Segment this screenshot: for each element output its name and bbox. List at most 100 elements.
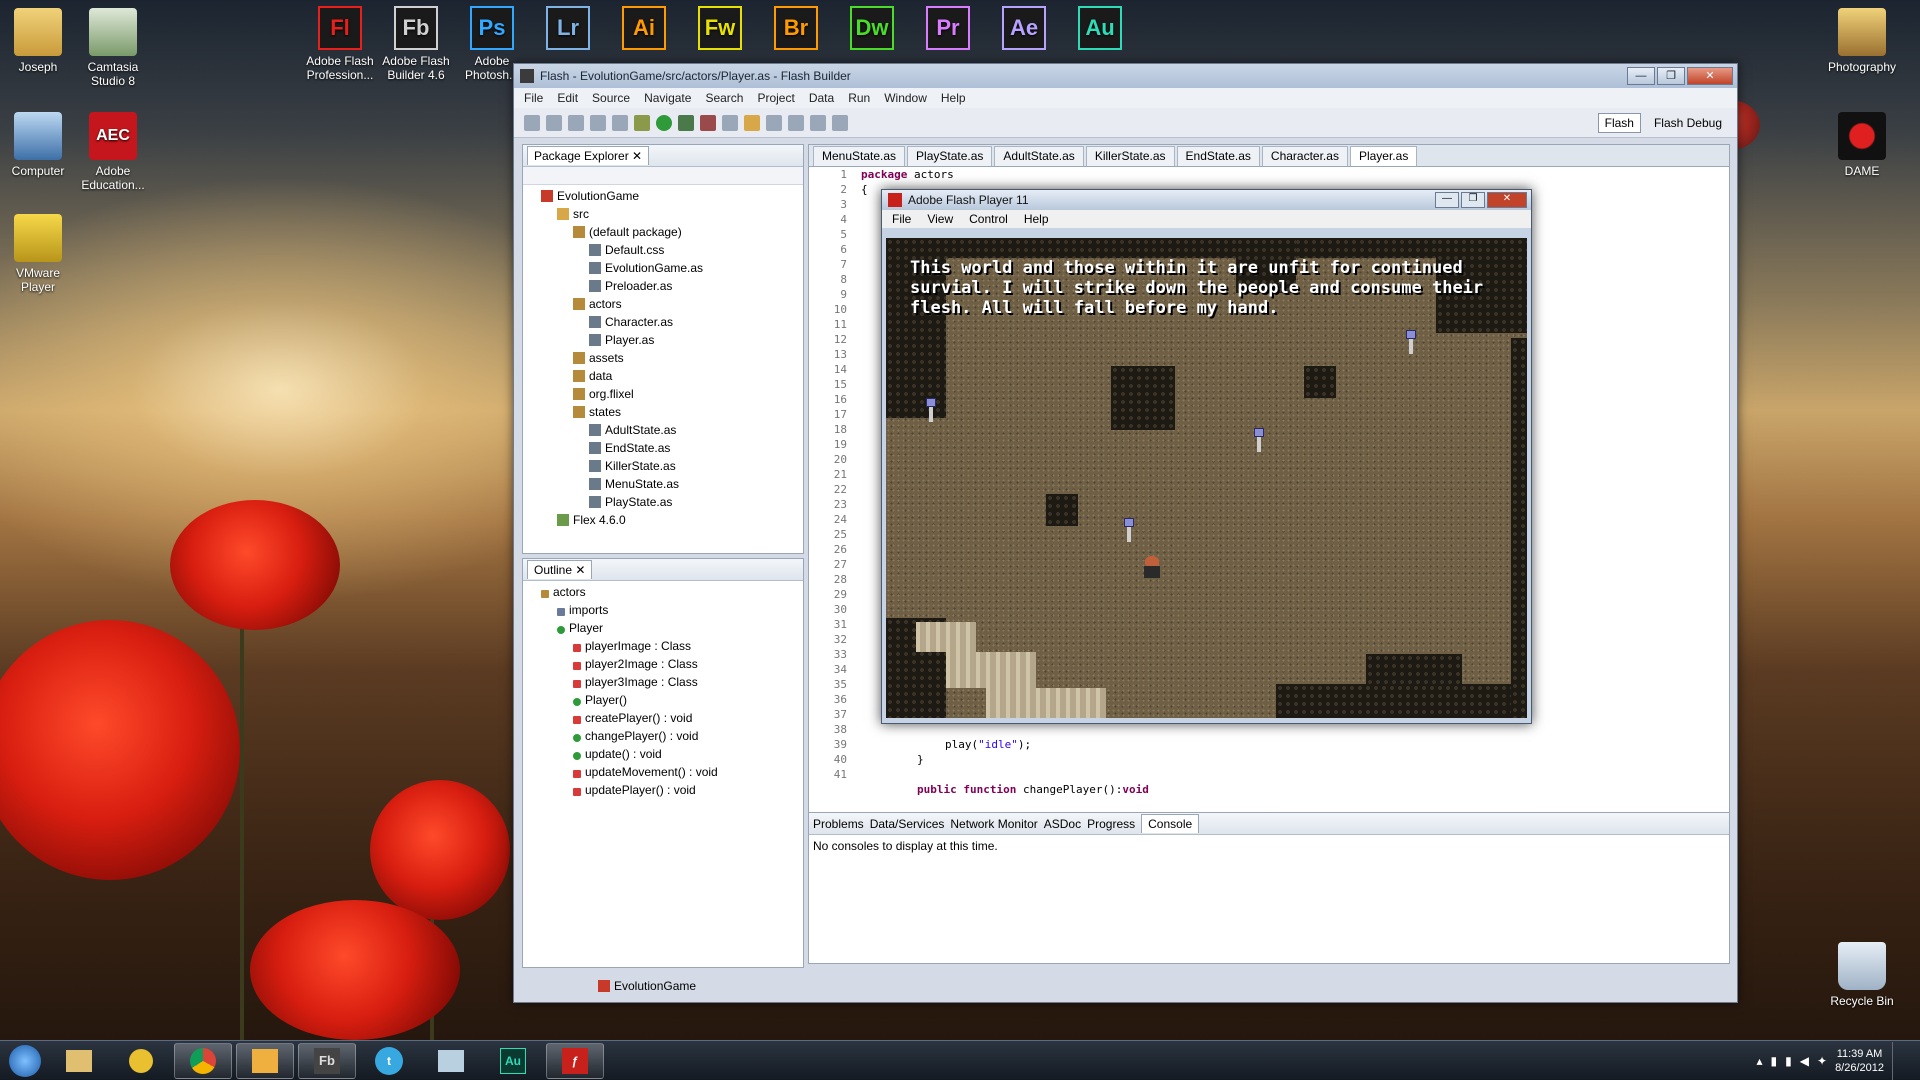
menu-run[interactable]: Run <box>848 91 870 105</box>
menu-edit[interactable]: Edit <box>557 91 578 105</box>
outline-item[interactable]: Player <box>527 619 803 637</box>
tree-item[interactable]: actors <box>527 295 803 313</box>
maximize-button[interactable]: ❐ <box>1657 67 1685 85</box>
desktop-icon-recycle-bin[interactable]: Recycle Bin <box>1822 942 1902 1008</box>
tree-item[interactable]: Default.css <box>527 241 803 259</box>
outline-item[interactable]: Player() <box>527 691 803 709</box>
tree-item[interactable]: Preloader.as <box>527 277 803 295</box>
outline-item[interactable]: changePlayer() : void <box>527 727 803 745</box>
new-package-icon[interactable] <box>546 114 562 131</box>
tray-clock[interactable]: 11:39 AM 8/26/2012 <box>1835 1047 1884 1075</box>
fp-menu-file[interactable]: File <box>892 212 911 226</box>
editor-tab[interactable]: Player.as <box>1349 146 1418 166</box>
tree-item[interactable]: EvolutionGame.as <box>527 259 803 277</box>
editor-tab[interactable]: KillerState.as <box>1085 146 1175 166</box>
bottom-tab[interactable]: Network Monitor <box>950 817 1037 831</box>
tree-item[interactable]: AdultState.as <box>527 421 803 439</box>
tree-item[interactable]: EndState.as <box>527 439 803 457</box>
desktop-icon-camtasia[interactable]: Camtasia Studio 8 <box>73 8 153 88</box>
taskbar-twitter[interactable]: t <box>360 1043 418 1079</box>
tray-signal-icon[interactable]: ▮ <box>1785 1054 1792 1068</box>
tree-item[interactable]: assets <box>527 349 803 367</box>
profile-icon[interactable] <box>678 114 694 131</box>
bottom-tab[interactable]: Progress <box>1087 817 1135 831</box>
code-area-lower[interactable]: play("idle"); } public function changePl… <box>861 737 1149 797</box>
menu-project[interactable]: Project <box>757 91 794 105</box>
editor-tab[interactable]: PlayState.as <box>907 146 993 166</box>
outline-item[interactable]: imports <box>527 601 803 619</box>
tree-item[interactable]: Character.as <box>527 313 803 331</box>
run-icon[interactable] <box>656 114 672 131</box>
editor-tab[interactable]: MenuState.as <box>813 146 906 166</box>
tree-item[interactable]: data <box>527 367 803 385</box>
outline-item[interactable]: update() : void <box>527 745 803 763</box>
desktop-icon-dame[interactable]: DAME <box>1822 112 1902 178</box>
tray-volume-icon[interactable]: ◀ <box>1800 1054 1809 1068</box>
outline-item[interactable]: updateMovement() : void <box>527 763 803 781</box>
tree-item[interactable]: src <box>527 205 803 223</box>
taskbar-chrome[interactable] <box>174 1042 232 1079</box>
new-icon[interactable] <box>524 114 540 131</box>
back-icon[interactable] <box>810 114 826 131</box>
tree-item[interactable]: PlayState.as <box>527 493 803 511</box>
taskbar-explorer[interactable] <box>50 1043 108 1079</box>
tree-item[interactable]: org.flixel <box>527 385 803 403</box>
fp-menu-control[interactable]: Control <box>969 212 1008 226</box>
taskbar-flash-builder[interactable]: Fb <box>298 1042 356 1079</box>
desktop-icon-aec[interactable]: AEC Adobe Education... <box>73 112 153 192</box>
annotation-icon[interactable] <box>788 114 804 131</box>
desktop-icon-joseph[interactable]: Joseph <box>0 8 78 74</box>
debug-icon[interactable] <box>634 114 650 131</box>
menu-search[interactable]: Search <box>705 91 743 105</box>
desktop-icon-photography[interactable]: Photography <box>1822 8 1902 74</box>
tree-item[interactable]: (default package) <box>527 223 803 241</box>
editor-tab[interactable]: EndState.as <box>1176 146 1260 166</box>
outline-item[interactable]: updatePlayer() : void <box>527 781 803 799</box>
bottom-tab[interactable]: Problems <box>813 817 864 831</box>
menu-navigate[interactable]: Navigate <box>644 91 691 105</box>
tray-dropbox-icon[interactable]: ✦ <box>1817 1054 1827 1068</box>
package-explorer-tab[interactable]: Package Explorer ✕ <box>527 146 650 165</box>
menu-file[interactable]: File <box>524 91 543 105</box>
menu-source[interactable]: Source <box>592 91 630 105</box>
game-canvas[interactable]: This world and those within it are unfit… <box>886 238 1527 718</box>
menu-help[interactable]: Help <box>941 91 966 105</box>
fp-minimize-button[interactable]: — <box>1435 192 1459 208</box>
fp-menu-view[interactable]: View <box>927 212 953 226</box>
bottom-tab[interactable]: Console <box>1141 814 1200 833</box>
desktop-icon-adobe-fl[interactable]: Fl Adobe Flash Profession... <box>302 6 378 82</box>
tray-expand-icon[interactable]: ▴ <box>1757 1054 1763 1068</box>
taskbar-notepad[interactable] <box>422 1043 480 1079</box>
tree-item[interactable]: Player.as <box>527 331 803 349</box>
tree-item[interactable]: EvolutionGame <box>527 187 803 205</box>
flash-debug-perspective-button[interactable]: Flash Debug <box>1647 113 1729 133</box>
close-button[interactable]: ✕ <box>1687 67 1733 85</box>
desktop-icon-adobe-fb[interactable]: Fb Adobe Flash Builder 4.6 <box>378 6 454 82</box>
show-desktop-button[interactable] <box>1892 1041 1904 1080</box>
taskbar-audition[interactable]: Au <box>484 1043 542 1079</box>
fp-close-button[interactable]: ✕ <box>1487 192 1527 208</box>
minimize-button[interactable]: — <box>1627 67 1655 85</box>
flash-perspective-button[interactable]: Flash <box>1597 112 1641 133</box>
taskbar-flash-player[interactable]: ƒ <box>546 1042 604 1079</box>
desktop-icon-computer[interactable]: Computer <box>0 112 78 178</box>
editor-tab[interactable]: Character.as <box>1261 146 1348 166</box>
menu-data[interactable]: Data <box>809 91 834 105</box>
outline-item[interactable]: createPlayer() : void <box>527 709 803 727</box>
tray-network-icon[interactable]: ▮ <box>1771 1054 1778 1068</box>
open-folder-icon[interactable] <box>744 114 760 131</box>
editor-tab[interactable]: AdultState.as <box>994 146 1084 166</box>
start-button[interactable] <box>0 1041 50 1080</box>
external-tools-icon[interactable] <box>700 114 716 131</box>
print-icon[interactable] <box>612 114 628 131</box>
tree-item[interactable]: Flex 4.6.0 <box>527 511 803 529</box>
forward-icon[interactable] <box>832 114 848 131</box>
menu-window[interactable]: Window <box>884 91 927 105</box>
taskbar-outlook[interactable] <box>236 1042 294 1079</box>
taskbar-winamp[interactable] <box>112 1043 170 1079</box>
bottom-tab[interactable]: ASDoc <box>1044 817 1081 831</box>
tree-item[interactable]: states <box>527 403 803 421</box>
outline-item[interactable]: player2Image : Class <box>527 655 803 673</box>
tree-item[interactable]: KillerState.as <box>527 457 803 475</box>
search-tool-icon[interactable] <box>766 114 782 131</box>
